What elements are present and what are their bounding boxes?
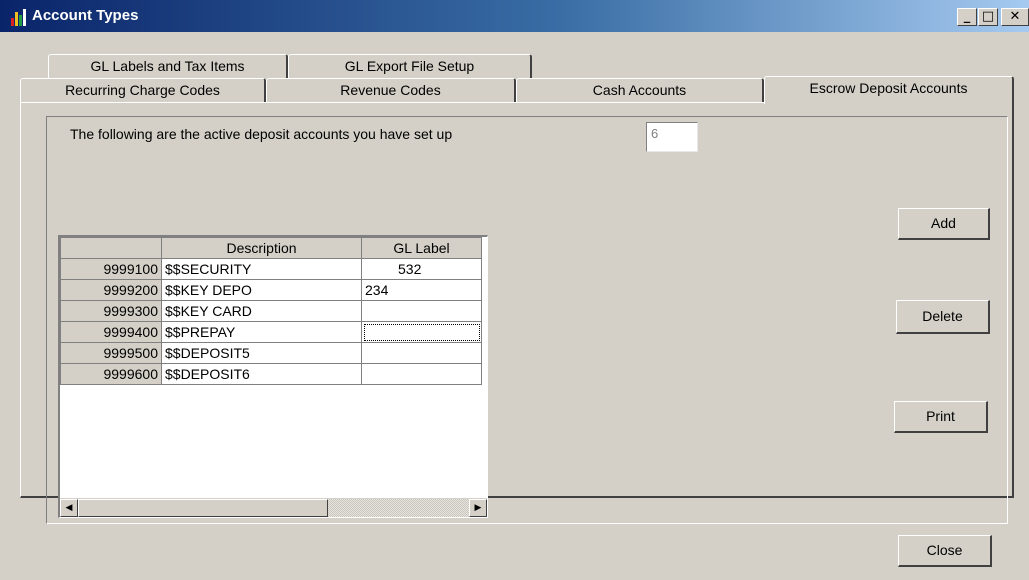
table-row[interactable]: 9999600 $$DEPOSIT6 <box>60 363 482 385</box>
row-code: 9999400 <box>60 321 162 343</box>
deposit-accounts-grid[interactable]: Description GL Label 9999100 $$SECURITY … <box>58 235 488 518</box>
table-row[interactable]: 9999200 $$KEY DEPO 234 <box>60 279 482 301</box>
gl-label-cell-focused[interactable] <box>361 321 482 343</box>
tab-gl-export-file-setup[interactable]: GL Export File Setup <box>288 54 532 78</box>
table-row[interactable]: 9999300 $$KEY CARD <box>60 300 482 322</box>
grid-header-row: Description GL Label <box>60 237 482 259</box>
active-accounts-message: The following are the active deposit acc… <box>70 126 453 142</box>
title-bar: Account Types _ □ ✕ <box>0 0 1029 32</box>
gl-label-column-header[interactable]: GL Label <box>361 237 482 259</box>
tab-gl-labels-and-tax-items[interactable]: GL Labels and Tax Items <box>48 54 288 78</box>
gl-label-cell[interactable] <box>361 363 482 385</box>
close-icon[interactable]: ✕ <box>1001 8 1029 26</box>
gl-label-cell[interactable] <box>361 342 482 364</box>
scroll-right-arrow-icon[interactable]: ▶ <box>469 499 487 517</box>
gl-label-cell[interactable]: 532 <box>361 258 482 280</box>
account-count-field: 6 <box>646 122 698 152</box>
window-frame-edge <box>1014 85 1029 500</box>
description-cell[interactable]: $$KEY DEPO <box>161 279 362 301</box>
scroll-thumb[interactable] <box>78 499 328 517</box>
tab-recurring-charge-codes[interactable]: Recurring Charge Codes <box>20 78 266 102</box>
table-row[interactable]: 9999500 $$DEPOSIT5 <box>60 342 482 364</box>
description-cell[interactable]: $$SECURITY <box>161 258 362 280</box>
add-button[interactable]: Add <box>898 208 990 240</box>
app-chart-icon <box>10 8 28 26</box>
row-code: 9999500 <box>60 342 162 364</box>
table-row[interactable]: 9999100 $$SECURITY 532 <box>60 258 482 280</box>
tab-escrow-deposit-accounts[interactable]: Escrow Deposit Accounts <box>764 76 1014 104</box>
row-code: 9999300 <box>60 300 162 322</box>
close-button[interactable]: Close <box>898 535 992 567</box>
table-row[interactable]: 9999400 $$PREPAY <box>60 321 482 343</box>
description-cell[interactable]: $$DEPOSIT5 <box>161 342 362 364</box>
tab-revenue-codes[interactable]: Revenue Codes <box>266 78 516 102</box>
description-cell[interactable]: $$PREPAY <box>161 321 362 343</box>
window-title: Account Types <box>32 7 139 24</box>
delete-button[interactable]: Delete <box>896 300 990 334</box>
description-cell[interactable]: $$DEPOSIT6 <box>161 363 362 385</box>
row-code: 9999600 <box>60 363 162 385</box>
minimize-icon[interactable]: _ <box>957 8 977 26</box>
horizontal-scrollbar[interactable]: ◀ ▶ <box>60 498 487 517</box>
tab-cash-accounts[interactable]: Cash Accounts <box>516 78 764 102</box>
gl-label-cell[interactable] <box>361 300 482 322</box>
gl-label-cell[interactable]: 234 <box>361 279 482 301</box>
grid-corner-header <box>60 237 162 259</box>
description-column-header[interactable]: Description <box>161 237 362 259</box>
row-code: 9999200 <box>60 279 162 301</box>
print-button[interactable]: Print <box>894 401 988 433</box>
row-code: 9999100 <box>60 258 162 280</box>
description-cell[interactable]: $$KEY CARD <box>161 300 362 322</box>
maximize-icon[interactable]: □ <box>978 8 998 26</box>
scroll-left-arrow-icon[interactable]: ◀ <box>60 499 78 517</box>
